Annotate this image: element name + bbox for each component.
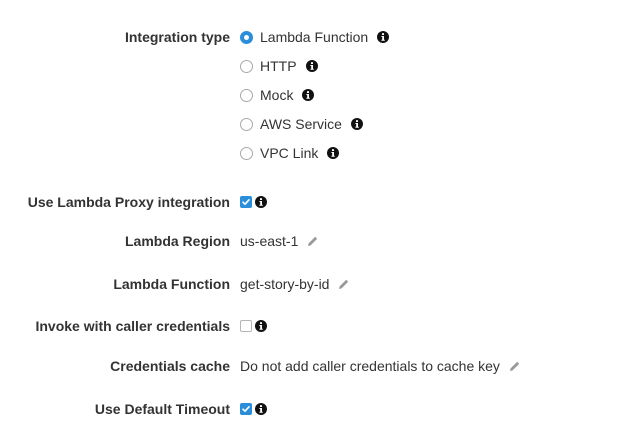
option-aws-service[interactable]: AWS Service xyxy=(240,115,363,133)
proxy-integration-label: Use Lambda Proxy integration xyxy=(27,194,230,210)
http-radio[interactable] xyxy=(240,59,253,73)
option-lambda-function[interactable]: Lambda Function xyxy=(240,28,390,46)
lambda-region-value: us-east-1 xyxy=(240,233,299,249)
proxy-integration-control xyxy=(240,193,267,211)
default-timeout-label: Use Default Timeout xyxy=(94,401,230,417)
option-http[interactable]: HTTP xyxy=(240,57,318,75)
credentials-cache-value: Do not add caller credentials to cache k… xyxy=(240,358,500,374)
lambda-function-label: Lambda Function xyxy=(113,276,230,292)
pencil-icon[interactable] xyxy=(306,235,319,248)
lambda-function-value: get-story-by-id xyxy=(240,276,330,292)
lambda-function-radio[interactable] xyxy=(240,30,253,44)
pencil-icon[interactable] xyxy=(508,360,521,373)
option-mock[interactable]: Mock xyxy=(240,86,315,104)
info-icon[interactable] xyxy=(377,31,390,43)
lambda-region-label: Lambda Region xyxy=(124,233,230,249)
option-label: HTTP xyxy=(260,58,297,74)
info-icon[interactable] xyxy=(255,320,267,332)
option-vpc-link[interactable]: VPC Link xyxy=(240,144,340,162)
credentials-cache-label: Credentials cache xyxy=(110,358,230,374)
default-timeout-control xyxy=(240,400,267,418)
info-icon[interactable] xyxy=(350,118,363,130)
pencil-icon[interactable] xyxy=(337,278,350,291)
info-icon[interactable] xyxy=(327,147,340,159)
integration-request-form: Integration type Lambda Function HTTP Mo… xyxy=(0,0,628,437)
info-icon[interactable] xyxy=(305,60,318,72)
invoke-credentials-checkbox[interactable] xyxy=(240,320,252,332)
invoke-credentials-control xyxy=(240,317,267,335)
invoke-credentials-label: Invoke with caller credentials xyxy=(35,318,230,334)
checkmark-icon xyxy=(242,406,250,412)
info-icon[interactable] xyxy=(255,196,267,208)
integration-type-label: Integration type xyxy=(124,29,230,45)
info-icon[interactable] xyxy=(255,403,267,415)
lambda-function-field: get-story-by-id xyxy=(240,275,350,293)
checkmark-icon xyxy=(242,199,250,205)
option-label: Lambda Function xyxy=(260,29,369,45)
aws-service-radio[interactable] xyxy=(240,117,253,131)
default-timeout-checkbox[interactable] xyxy=(240,403,252,415)
option-label: VPC Link xyxy=(260,145,319,161)
lambda-region-field: us-east-1 xyxy=(240,232,319,250)
option-label: AWS Service xyxy=(260,116,342,132)
credentials-cache-field: Do not add caller credentials to cache k… xyxy=(240,357,521,375)
mock-radio[interactable] xyxy=(240,88,253,102)
option-label: Mock xyxy=(260,87,294,103)
info-icon[interactable] xyxy=(302,89,315,101)
vpc-link-radio[interactable] xyxy=(240,146,253,160)
proxy-integration-checkbox[interactable] xyxy=(240,196,252,208)
